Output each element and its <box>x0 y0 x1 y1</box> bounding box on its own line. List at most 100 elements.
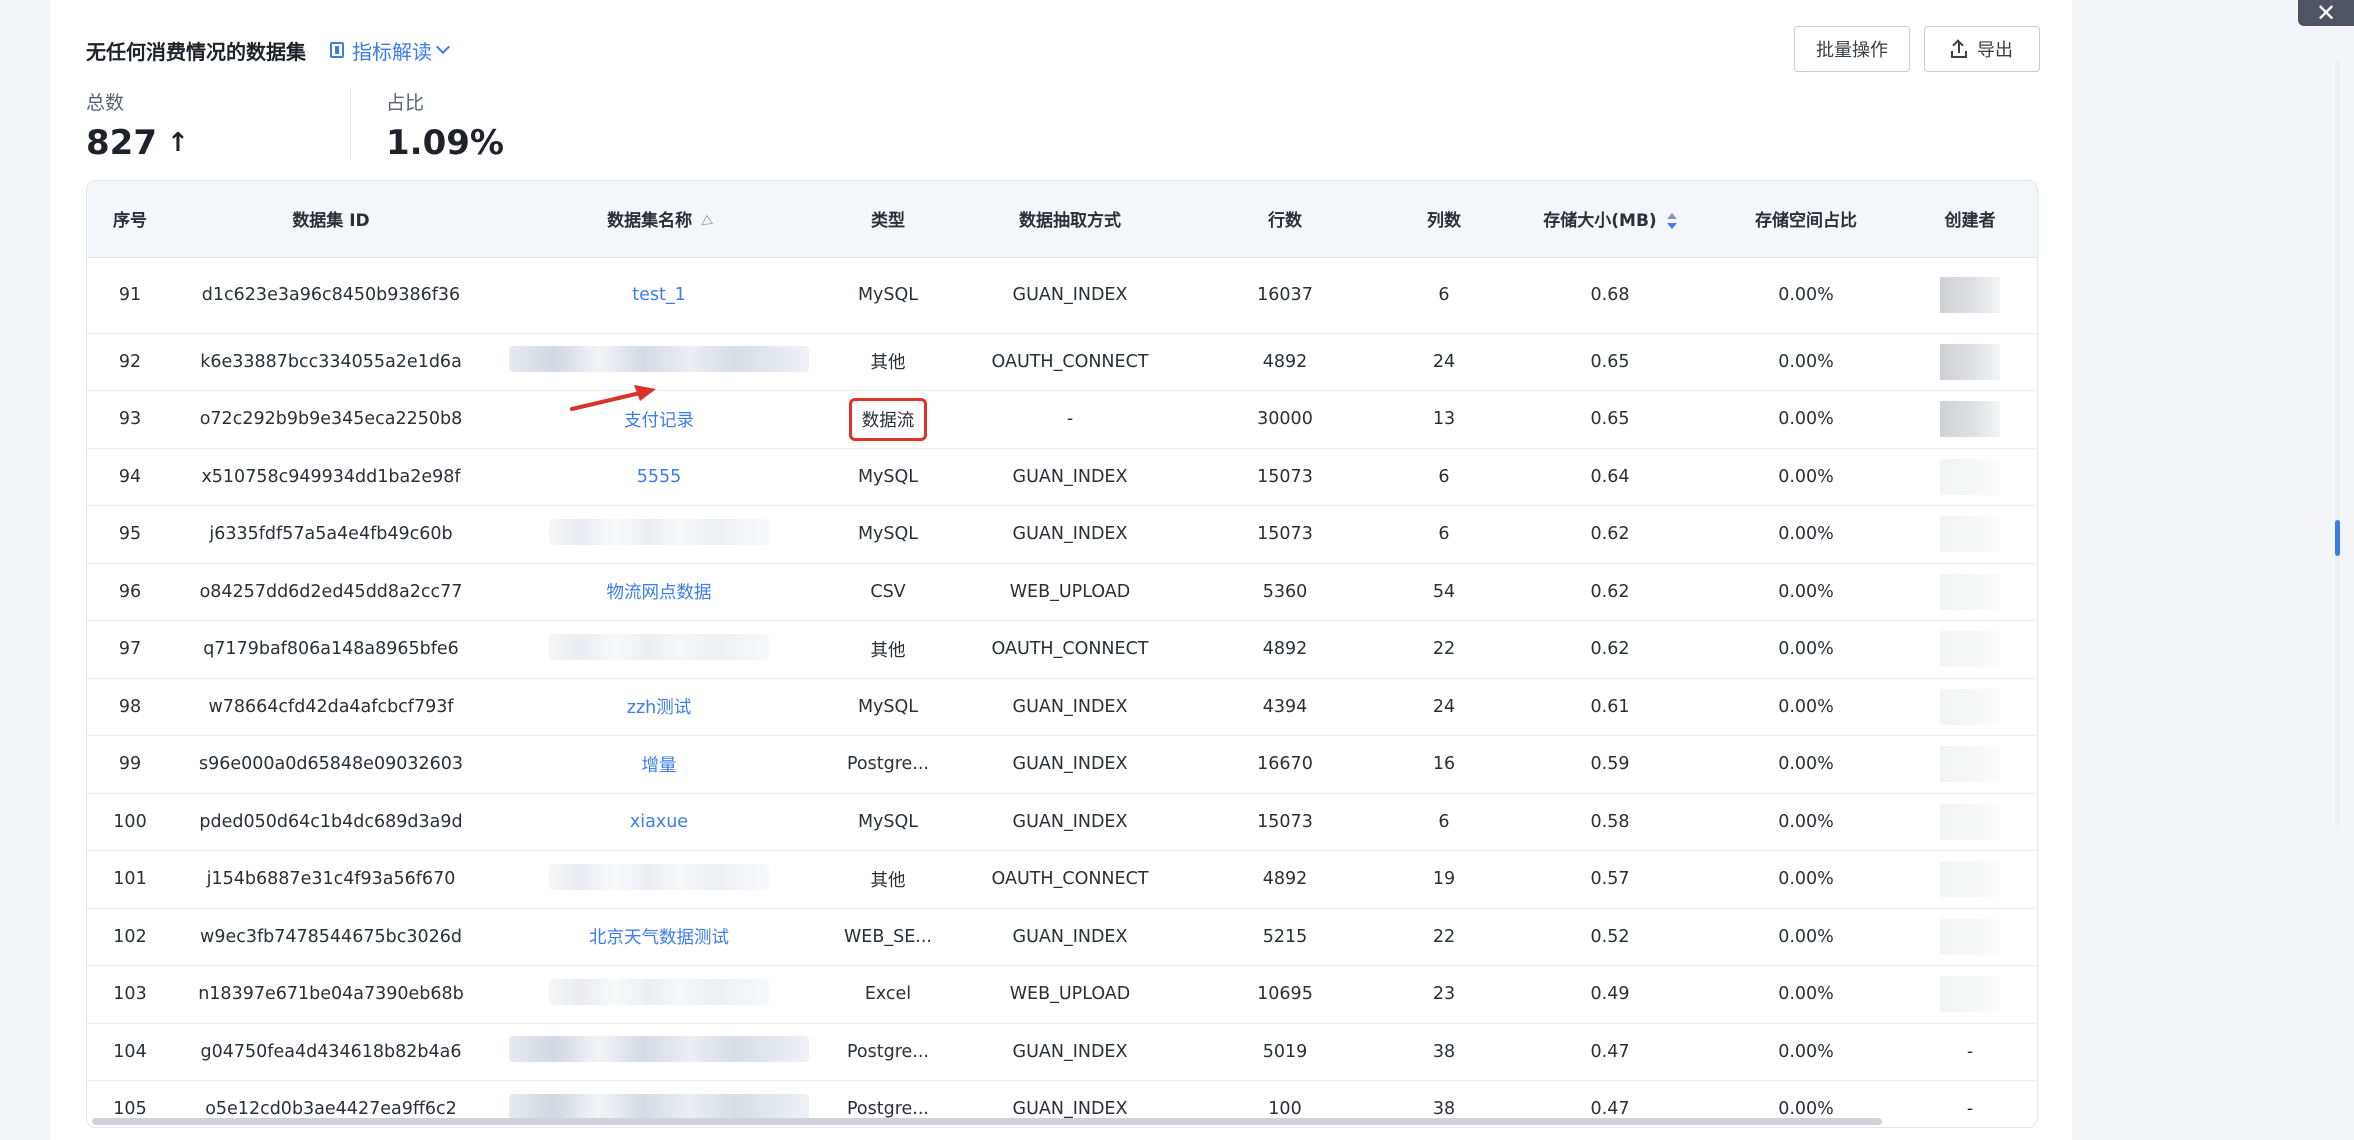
cell-type: MySQL <box>829 505 947 564</box>
cell-rows: 4892 <box>1193 333 1377 391</box>
cell-name[interactable] <box>489 850 829 909</box>
export-label: 导出 <box>1977 40 2013 61</box>
cell-no: 104 <box>87 1023 173 1081</box>
cell-type: Postgre... <box>829 735 947 794</box>
redacted-name <box>509 1036 809 1063</box>
cell-ratio: 0.00% <box>1709 390 1903 449</box>
table-row[interactable]: 101 j154b6887e31c4f93a56f670 其他 OAUTH_CONNE… <box>87 850 2037 909</box>
redacted-creator <box>1940 688 2000 725</box>
cell-id: x510758c949934dd1ba2e98f <box>173 448 489 506</box>
vertical-scrollbar[interactable] <box>2335 60 2340 830</box>
cell-rows: 5215 <box>1193 908 1377 966</box>
cell-size: 0.47 <box>1511 1023 1709 1081</box>
export-button[interactable]: 导出 <box>1924 26 2040 72</box>
redacted-name <box>509 346 809 373</box>
redacted-creator <box>1940 401 2000 438</box>
cell-rows: 15073 <box>1193 793 1377 851</box>
cell-method: GUAN_INDEX <box>947 908 1193 966</box>
cell-name[interactable] <box>489 1023 829 1081</box>
cell-rows: 4892 <box>1193 850 1377 909</box>
cell-name[interactable]: 北京天气数据测试 <box>489 908 829 966</box>
cell-name[interactable] <box>489 333 829 391</box>
cell-cols: 24 <box>1377 333 1511 391</box>
cell-ratio: 0.00% <box>1709 735 1903 794</box>
batch-operation-button[interactable]: 批量操作 <box>1794 26 1910 72</box>
stat-total-value: 827 <box>86 123 157 163</box>
cell-creator <box>1903 563 2037 621</box>
stat-divider <box>350 88 351 160</box>
cell-rows: 15073 <box>1193 448 1377 506</box>
cell-ratio: 0.00% <box>1709 333 1903 391</box>
cell-no: 97 <box>87 620 173 679</box>
book-icon <box>330 42 344 58</box>
cell-cols: 6 <box>1377 448 1511 506</box>
cell-size: 0.65 <box>1511 390 1709 449</box>
cell-method: OAUTH_CONNECT <box>947 850 1193 909</box>
sort-icon[interactable] <box>1666 213 1677 230</box>
cell-id: n18397e671be04a7390eb68b <box>173 965 489 1024</box>
cell-size: 0.62 <box>1511 563 1709 621</box>
cell-name[interactable]: 物流网点数据 <box>489 563 829 621</box>
cell-name[interactable] <box>489 505 829 564</box>
close-icon[interactable]: ✕ <box>2298 0 2354 27</box>
panel-title: 无任何消费情况的数据集 <box>86 39 306 64</box>
redacted-creator <box>1940 573 2000 610</box>
table-row[interactable]: 103 n18397e671be04a7390eb68b Excel WEB_UPLO… <box>87 965 2037 1024</box>
col-header-method: 数据抽取方式 <box>947 181 1193 258</box>
cell-name[interactable]: 增量 <box>489 735 829 794</box>
cell-type: MySQL <box>829 678 947 736</box>
cell-name[interactable]: xiaxue <box>489 793 829 851</box>
cell-type: Excel <box>829 965 947 1024</box>
cell-name[interactable]: test_1 <box>489 257 829 334</box>
table-row[interactable]: 97 q7179baf806a148a8965bfe6 其他 OAUTH_CONNEC… <box>87 620 2037 679</box>
cell-id: s96e000a0d65848e09032603 <box>173 735 489 794</box>
redacted-creator <box>1940 516 2000 553</box>
batch-operation-label: 批量操作 <box>1816 40 1888 61</box>
cell-cols: 16 <box>1377 735 1511 794</box>
cell-name[interactable] <box>489 965 829 1024</box>
table-row[interactable]: 104 g04750fea4d434618b82b4a6 Postgre... GUA… <box>87 1023 2037 1081</box>
table-row[interactable]: 99 s96e000a0d65848e09032603 增量 Postgre... GU… <box>87 735 2037 794</box>
table-row[interactable]: 95 j6335fdf57a5a4e4fb49c60b MySQL GUAN_INDE… <box>87 505 2037 564</box>
cell-creator <box>1903 390 2037 449</box>
cell-name[interactable] <box>489 620 829 679</box>
redacted-creator <box>1940 458 2000 495</box>
cell-creator <box>1903 505 2037 564</box>
cell-cols: 13 <box>1377 390 1511 449</box>
cell-type: MySQL <box>829 257 947 334</box>
table-row[interactable]: 102 w9ec3fb7478544675bc3026d 北京天气数据测试 WEB_S… <box>87 908 2037 966</box>
cell-method: GUAN_INDEX <box>947 505 1193 564</box>
cell-no: 95 <box>87 505 173 564</box>
col-header-size[interactable]: 存储大小(MB) <box>1511 181 1709 258</box>
table-row[interactable]: 92 k6e33887bcc334055a2e1d6a 其他 OAUTH_CONNEC… <box>87 333 2037 391</box>
cell-method: OAUTH_CONNECT <box>947 333 1193 391</box>
redacted-name <box>549 518 769 545</box>
cell-name[interactable]: zzh测试 <box>489 678 829 736</box>
cell-type: WEB_SE... <box>829 908 947 966</box>
table-row[interactable]: 96 o84257dd6d2ed45dd8a2cc77 物流网点数据 CSV WEB_U… <box>87 563 2037 621</box>
cell-name[interactable]: 5555 <box>489 448 829 506</box>
cell-id: o84257dd6d2ed45dd8a2cc77 <box>173 563 489 621</box>
send-filter-icon[interactable]: ◁ <box>696 213 714 232</box>
highlight-box: 数据流 <box>848 397 928 441</box>
cell-type: 其他 <box>829 333 947 391</box>
table-row[interactable]: 93 o72c292b9b9e345eca2250b8 支付记录 数据流 -30000 1… <box>87 390 2037 449</box>
cell-id: j6335fdf57a5a4e4fb49c60b <box>173 505 489 564</box>
table-row[interactable]: 94 x510758c949934dd1ba2e98f 5555 MySQL GUAN_… <box>87 448 2037 506</box>
cell-method: WEB_UPLOAD <box>947 563 1193 621</box>
table-row[interactable]: 100 pded050d64c1b4dc689d3a9d xiaxue MySQL GU… <box>87 793 2037 851</box>
metric-explain-link[interactable]: 指标解读 <box>330 36 451 65</box>
cell-method: GUAN_INDEX <box>947 735 1193 794</box>
cell-ratio: 0.00% <box>1709 448 1903 506</box>
cell-rows: 10695 <box>1193 965 1377 1024</box>
cell-cols: 6 <box>1377 793 1511 851</box>
horizontal-scrollbar[interactable] <box>86 1117 2036 1127</box>
cell-size: 0.65 <box>1511 333 1709 391</box>
table-row[interactable]: 98 w78664cfd42da4afcbcf793f zzh测试 MySQL GUAN… <box>87 678 2037 736</box>
col-header-name[interactable]: 数据集名称 ◁ <box>489 181 829 258</box>
cell-creator <box>1903 257 2037 334</box>
col-header-rows: 行数 <box>1193 181 1377 258</box>
cell-cols: 23 <box>1377 965 1511 1024</box>
table-row[interactable]: 91 d1c623e3a96c8450b9386f36 test_1 MySQL GUA… <box>87 257 2037 334</box>
cell-no: 98 <box>87 678 173 736</box>
